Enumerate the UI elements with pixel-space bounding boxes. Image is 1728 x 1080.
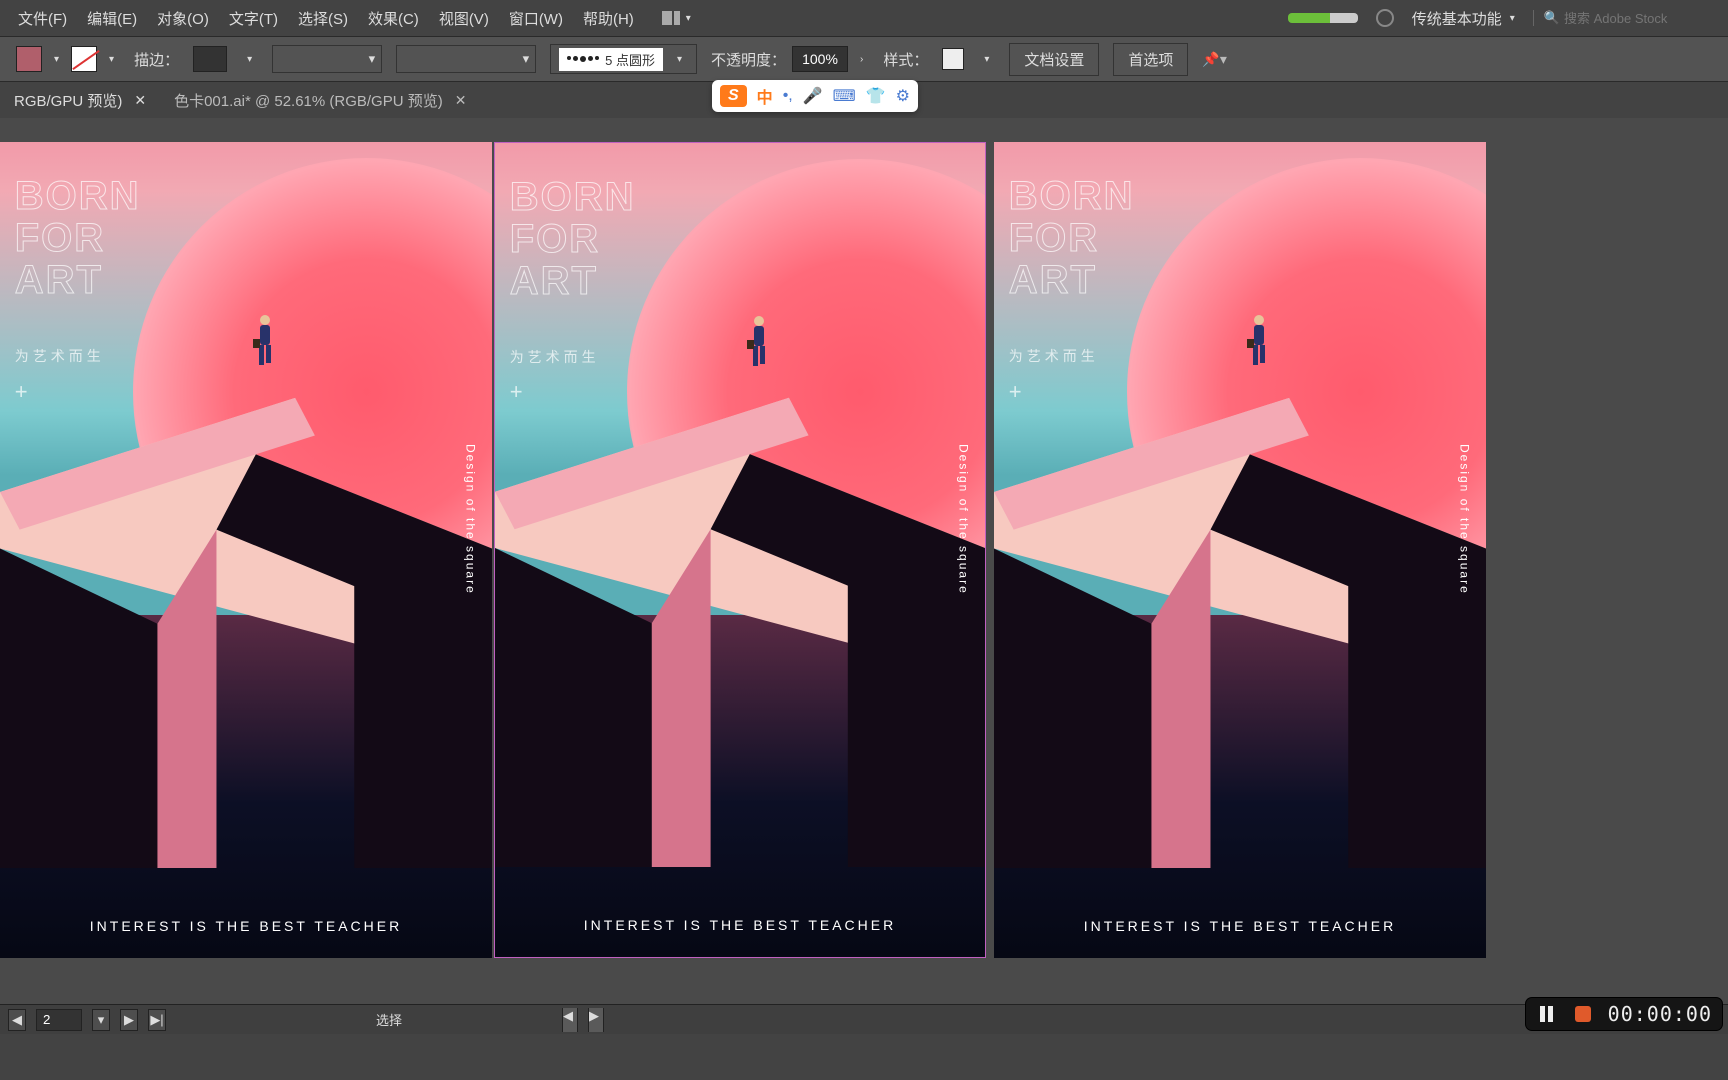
- arrange-documents-icon[interactable]: [662, 11, 680, 25]
- stroke-label: 描边：: [134, 49, 179, 70]
- close-icon[interactable]: ✕: [455, 92, 467, 109]
- graphic-style-dropdown[interactable]: ▾: [978, 50, 995, 69]
- document-tab-2[interactable]: 色卡001.ai* @ 52.61% (RGB/GPU 预览) ✕: [160, 82, 480, 118]
- workspace-label: 传统基本功能: [1412, 8, 1502, 29]
- ime-voice-icon[interactable]: 🎤: [803, 86, 823, 106]
- artboard-dropdown[interactable]: ▾: [92, 1009, 110, 1031]
- menu-view[interactable]: 视图(V): [429, 0, 499, 37]
- preferences-button[interactable]: 首选项: [1113, 43, 1188, 76]
- opacity-dropdown[interactable]: ›: [854, 50, 869, 69]
- screen-recorder-overlay[interactable]: 00:00:00: [1526, 998, 1722, 1030]
- menu-object[interactable]: 对象(O): [147, 0, 219, 37]
- fill-dropdown[interactable]: ▾: [48, 50, 65, 69]
- close-icon[interactable]: ✕: [134, 92, 146, 109]
- poster-subtitle-cn: 为艺术而生: [15, 346, 105, 366]
- status-bar: ◀ ▾ ▶ ▶| 选择 ◀ ▶: [0, 1004, 1728, 1034]
- stroke-profile-dropdown[interactable]: ▾: [272, 45, 382, 73]
- scroll-seek-next[interactable]: ▶: [588, 1008, 604, 1032]
- poster-footer: INTEREST IS THE BEST TEACHER: [0, 918, 492, 934]
- stroke-style-dropdown[interactable]: ▾: [396, 45, 536, 73]
- chevron-down-icon: ▾: [1510, 13, 1515, 24]
- ime-skin-icon[interactable]: 👕: [866, 86, 886, 106]
- opacity-label: 不透明度：: [711, 49, 786, 70]
- opacity-input[interactable]: [792, 46, 848, 72]
- ime-keyboard-icon[interactable]: ⌨: [833, 86, 856, 106]
- walking-person-icon: [251, 313, 279, 373]
- current-tool-label: 选择: [376, 1010, 402, 1029]
- scroll-seek-prev[interactable]: ◀: [562, 1008, 578, 1032]
- menu-window[interactable]: 窗口(W): [499, 0, 573, 37]
- stroke-weight-input[interactable]: [193, 46, 227, 72]
- stroke-swatch[interactable]: [71, 46, 97, 72]
- chevron-down-icon: ▾: [369, 51, 376, 67]
- brush-selector[interactable]: 5 点圆形 ▾: [550, 44, 697, 74]
- artboard-2-selected[interactable]: BORNFORART 为艺术而生 + Design of the square …: [494, 142, 986, 958]
- menu-select[interactable]: 选择(S): [288, 0, 358, 37]
- poster-vertical-label: Design of the square: [463, 444, 477, 595]
- canvas-area[interactable]: BORNFORART 为艺术而生 + Design of the square …: [0, 118, 1728, 1034]
- ime-punct-icon[interactable]: •,: [783, 87, 793, 105]
- poster-title: BORNFORART: [15, 175, 141, 301]
- record-time: 00:00:00: [1608, 1002, 1712, 1026]
- tab-title: 色卡001.ai* @ 52.61% (RGB/GPU 预览): [174, 90, 443, 111]
- pin-panel-icon[interactable]: 📌▾: [1202, 51, 1226, 68]
- first-artboard-button[interactable]: ◀: [8, 1009, 26, 1031]
- sync-status-icon[interactable]: [1376, 9, 1394, 27]
- document-tab-1[interactable]: RGB/GPU 预览) ✕: [0, 82, 160, 118]
- plus-icon: +: [15, 379, 28, 405]
- brush-preview-icon: [567, 56, 599, 62]
- stop-record-button[interactable]: [1572, 1003, 1594, 1025]
- style-label: 样式：: [883, 49, 928, 70]
- next-artboard-button[interactable]: ▶: [120, 1009, 138, 1031]
- menu-file[interactable]: 文件(F): [8, 0, 77, 37]
- ime-toolbar[interactable]: S 中 •, 🎤 ⌨ 👕 ⚙: [712, 80, 918, 112]
- menu-type[interactable]: 文字(T): [219, 0, 288, 37]
- menu-effect[interactable]: 效果(C): [358, 0, 429, 37]
- last-artboard-button[interactable]: ▶|: [148, 1009, 166, 1031]
- sync-progress-bar: [1288, 13, 1358, 23]
- menu-edit[interactable]: 编辑(E): [77, 0, 147, 37]
- menu-help[interactable]: 帮助(H): [573, 0, 644, 37]
- arrange-documents-dropdown[interactable]: ▾: [680, 9, 697, 28]
- artboard-number-input[interactable]: [36, 1009, 82, 1031]
- options-bar: ▾ ▾ 描边： ▾ ▾ ▾ 5 点圆形 ▾ 不透明度： › 样式： ▾ 文档设置…: [0, 36, 1728, 82]
- document-tab-bar: RGB/GPU 预览) ✕ 色卡001.ai* @ 52.61% (RGB/GP…: [0, 82, 1728, 118]
- ime-logo-icon: S: [720, 85, 747, 107]
- ime-menu-icon[interactable]: ⚙: [896, 86, 910, 106]
- brush-name: 5 点圆形: [605, 50, 655, 69]
- workspace-selector[interactable]: 传统基本功能 ▾: [1412, 8, 1515, 29]
- menu-bar: 文件(F) 编辑(E) 对象(O) 文字(T) 选择(S) 效果(C) 视图(V…: [0, 0, 1728, 36]
- artboard-3[interactable]: BORNFORART 为艺术而生 + Design of the square …: [994, 142, 1486, 958]
- stroke-dropdown[interactable]: ▾: [103, 50, 120, 69]
- artboard-1[interactable]: BORNFORART 为艺术而生 + Design of the square …: [0, 142, 492, 958]
- search-icon: 🔍: [1544, 10, 1560, 26]
- stroke-weight-dropdown[interactable]: ▾: [241, 50, 258, 69]
- zigzag-shape: [0, 379, 492, 869]
- search-input[interactable]: [1564, 11, 1714, 26]
- fill-swatch[interactable]: [16, 46, 42, 72]
- tab-title: RGB/GPU 预览): [14, 90, 122, 111]
- chevron-down-icon: ▾: [523, 51, 530, 67]
- pause-button[interactable]: [1536, 1003, 1558, 1025]
- ime-language-label[interactable]: 中: [757, 84, 773, 108]
- document-setup-button[interactable]: 文档设置: [1009, 43, 1099, 76]
- graphic-style-swatch[interactable]: [942, 48, 964, 70]
- search-stock-field[interactable]: 🔍: [1533, 10, 1714, 26]
- chevron-down-icon: ▾: [671, 50, 688, 69]
